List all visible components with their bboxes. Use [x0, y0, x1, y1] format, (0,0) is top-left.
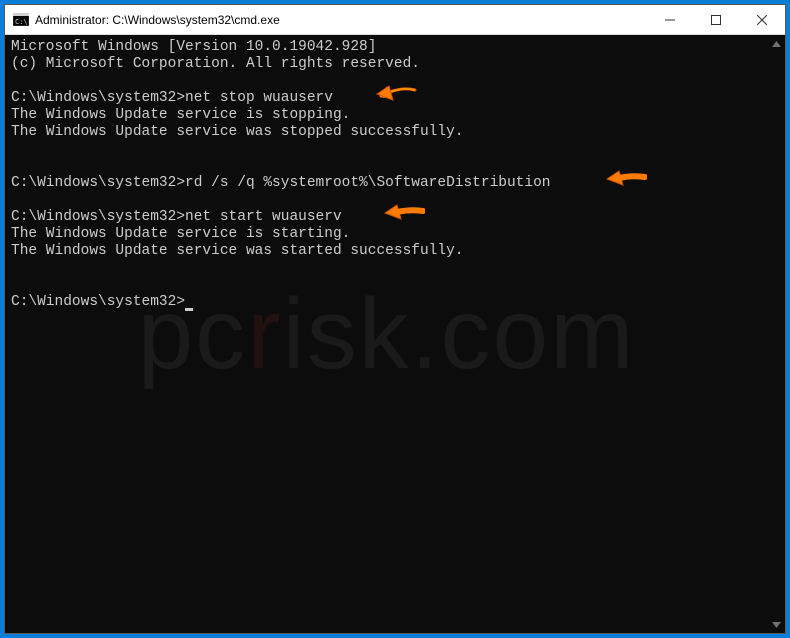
output-line: The Windows Update service is starting.	[11, 226, 762, 243]
titlebar[interactable]: C:\ Administrator: C:\Windows\system32\c…	[5, 5, 785, 35]
close-button[interactable]	[739, 5, 785, 35]
svg-text:C:\: C:\	[15, 18, 28, 26]
cmd-window: C:\ Administrator: C:\Windows\system32\c…	[4, 4, 786, 634]
version-line: Microsoft Windows [Version 10.0.19042.92…	[11, 39, 762, 56]
prompt-text: C:\Windows\system32>	[11, 175, 185, 191]
minimize-button[interactable]	[647, 5, 693, 35]
blank-line	[11, 260, 762, 277]
prompt-text: C:\Windows\system32>	[11, 209, 185, 225]
blank-line	[11, 141, 762, 158]
window-controls	[647, 5, 785, 34]
cmd-icon: C:\	[13, 12, 29, 28]
scroll-up-arrow-icon[interactable]	[768, 35, 785, 52]
prompt-text: C:\Windows\system32>	[11, 294, 185, 310]
prompt-text: C:\Windows\system32>	[11, 90, 185, 106]
prompt-line: C:\Windows\system32>	[11, 294, 762, 311]
blank-line	[11, 277, 762, 294]
output-line: The Windows Update service is stopping.	[11, 107, 762, 124]
command-line: C:\Windows\system32>net start wuauserv	[11, 209, 762, 226]
blank-line	[11, 192, 762, 209]
cursor-icon	[185, 308, 193, 311]
command-line: C:\Windows\system32>rd /s /q %systemroot…	[11, 175, 762, 192]
window-title: Administrator: C:\Windows\system32\cmd.e…	[35, 13, 647, 27]
scroll-track[interactable]	[768, 52, 785, 616]
maximize-button[interactable]	[693, 5, 739, 35]
command-text: net start wuauserv	[185, 209, 342, 225]
terminal-area: Microsoft Windows [Version 10.0.19042.92…	[5, 35, 785, 633]
blank-line	[11, 73, 762, 90]
output-line: The Windows Update service was stopped s…	[11, 124, 762, 141]
terminal-output[interactable]: Microsoft Windows [Version 10.0.19042.92…	[5, 35, 768, 633]
vertical-scrollbar[interactable]	[768, 35, 785, 633]
command-text: net stop wuauserv	[185, 90, 333, 106]
scroll-down-arrow-icon[interactable]	[768, 616, 785, 633]
command-text: rd /s /q %systemroot%\SoftwareDistributi…	[185, 175, 550, 191]
output-line: The Windows Update service was started s…	[11, 243, 762, 260]
blank-line	[11, 158, 762, 175]
command-line: C:\Windows\system32>net stop wuauserv	[11, 90, 762, 107]
copyright-line: (c) Microsoft Corporation. All rights re…	[11, 56, 762, 73]
